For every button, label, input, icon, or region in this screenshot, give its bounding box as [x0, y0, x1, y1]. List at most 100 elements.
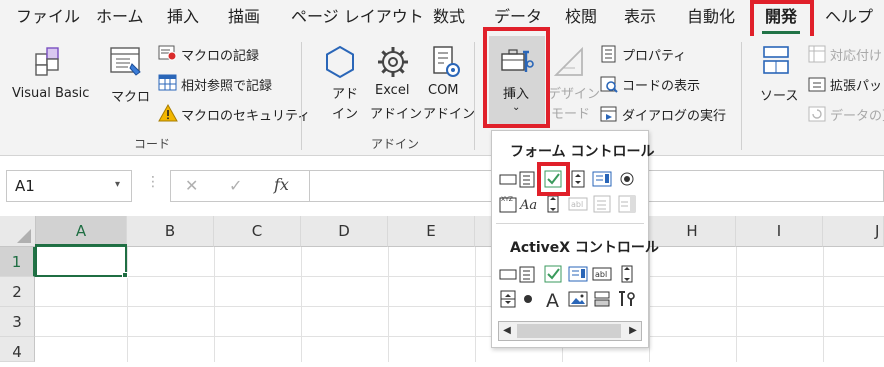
addin-label-line2: イン [332, 107, 359, 122]
form-button-icon[interactable] [498, 169, 518, 189]
map-properties-label: 対応付け [830, 49, 883, 64]
insert-controls-dropdown: フォーム コントロール XYZ Aa abl ActiveX コントロール ab… [491, 130, 659, 348]
menu-view[interactable]: 表示 [624, 0, 656, 36]
worksheet-grid: A B C D E F G H I J 1 2 3 4 [0, 212, 884, 362]
com-addin-label-line1: COM [428, 83, 459, 98]
formula-bar: A1 ▾ ⋮ ✕ ✓ fx [0, 160, 884, 212]
activex-spin-button-icon[interactable] [498, 289, 518, 309]
column-header-h[interactable]: H [649, 216, 736, 247]
addin-hexagon-icon [326, 45, 354, 79]
xml-source-label: ソース [760, 89, 799, 104]
fill-handle[interactable] [122, 272, 128, 278]
activex-image-icon[interactable] [568, 289, 588, 309]
enter-icon[interactable]: ✓ [229, 176, 242, 195]
row-header-3[interactable]: 3 [0, 307, 35, 337]
activex-textbox-icon[interactable]: abl [592, 264, 612, 284]
relative-reference-icon [158, 74, 177, 91]
warning-icon [158, 104, 178, 122]
form-groupbox-icon[interactable]: XYZ [498, 194, 518, 214]
macro-label: マクロ [111, 90, 151, 105]
menu-file[interactable]: ファイル [16, 0, 80, 36]
menu-home[interactable]: ホーム [96, 0, 144, 36]
column-header-e[interactable]: E [388, 216, 475, 247]
menu-insert[interactable]: 挿入 [167, 0, 199, 36]
refresh-data-icon [808, 106, 826, 122]
column-header-a[interactable]: A [36, 216, 127, 247]
record-macro-label: マクロの記録 [181, 49, 260, 64]
dropdown-divider [496, 223, 644, 224]
refresh-data-label: データの更 [830, 109, 884, 124]
run-dialog-icon [600, 106, 617, 122]
form-label-icon[interactable]: Aa [518, 194, 538, 214]
cancel-icon[interactable]: ✕ [185, 176, 198, 195]
form-scrollbar-icon[interactable] [543, 194, 563, 214]
column-header-j[interactable]: J [823, 216, 884, 247]
insert-button-highlight [483, 27, 550, 128]
menu-help[interactable]: ヘルプ [825, 0, 873, 36]
menu-page-layout[interactable]: ページ レイアウト [291, 0, 424, 36]
row-header-2[interactable]: 2 [0, 277, 35, 307]
gear-icon [378, 47, 408, 77]
activex-label-icon[interactable]: A [543, 289, 563, 309]
com-addin-label-line2: アドイン [423, 107, 476, 122]
expansion-pack-label: 拡張パッ [830, 79, 883, 94]
visual-basic-label: Visual Basic [12, 86, 90, 101]
design-mode-label-line2: モード [551, 107, 591, 122]
more-controls-icon[interactable] [617, 289, 637, 309]
activex-scrollbar-icon[interactable] [617, 264, 637, 284]
view-code-label: コードの表示 [622, 79, 701, 94]
column-header-b[interactable]: B [127, 216, 214, 247]
form-combobox-icon[interactable] [518, 169, 538, 189]
svg-text:abl: abl [595, 270, 607, 279]
active-cell-a1[interactable] [35, 244, 127, 277]
excel-addin-label-line2: アドイン [370, 107, 423, 122]
form-combo-list-icon [593, 195, 611, 213]
insert-function-icon[interactable]: fx [274, 175, 289, 194]
form-option-button-icon[interactable] [617, 169, 637, 189]
dropdown-scrollbar[interactable]: ◀ ▶ [498, 321, 642, 341]
macro-security-label: マクロのセキュリティ [181, 109, 311, 124]
column-header-i[interactable]: I [736, 216, 823, 247]
row-header-1[interactable]: 1 [0, 247, 35, 277]
scroll-left-icon[interactable]: ◀ [499, 322, 515, 340]
form-listbox-icon[interactable] [592, 169, 612, 189]
design-mode-icon [553, 46, 583, 76]
scrollbar-thumb[interactable] [517, 324, 621, 338]
visual-basic-icon [35, 47, 59, 76]
activex-option-button-icon[interactable] [518, 289, 538, 309]
svg-text:A: A [546, 290, 559, 309]
ribbon: Visual Basic マクロ マクロの記録 相対参照で記録 マクロのセキュリ… [0, 36, 884, 156]
activex-listbox-icon[interactable] [568, 264, 588, 284]
design-mode-label-line1: デザイン [548, 87, 601, 102]
menu-review[interactable]: 校閲 [565, 0, 597, 36]
svg-text:Aa: Aa [519, 198, 537, 213]
code-group-label: コード [134, 137, 171, 151]
menu-draw[interactable]: 描画 [228, 0, 260, 36]
com-addin-icon [433, 46, 460, 77]
form-controls-title: フォーム コントロール [510, 144, 655, 160]
column-header-d[interactable]: D [301, 216, 388, 247]
form-textfield-icon: abl [568, 197, 588, 211]
activex-toggle-button-icon[interactable] [592, 289, 612, 309]
chevron-down-icon[interactable]: ▾ [115, 179, 120, 190]
activex-controls-title: ActiveX コントロール [510, 240, 659, 256]
scroll-right-icon[interactable]: ▶ [625, 322, 641, 340]
row-header-4[interactable]: 4 [0, 337, 35, 362]
menu-formulas[interactable]: 数式 [433, 0, 465, 36]
xml-source-icon [763, 46, 789, 74]
addin-label-line1: アド [332, 87, 359, 102]
name-box[interactable]: A1 ▾ [6, 170, 132, 202]
svg-text:abl: abl [571, 200, 583, 209]
activex-combobox-icon[interactable] [518, 264, 538, 284]
form-spin-button-icon[interactable] [568, 169, 588, 189]
svg-text:XYZ: XYZ [501, 196, 513, 203]
relative-reference-label: 相対参照で記録 [181, 79, 273, 94]
activex-button-icon[interactable] [498, 264, 518, 284]
select-all-button[interactable] [0, 216, 36, 247]
column-header-c[interactable]: C [214, 216, 301, 247]
menu-automate[interactable]: 自動化 [687, 0, 735, 36]
activex-checkbox-icon[interactable] [543, 264, 563, 284]
record-macro-icon [158, 45, 177, 61]
group-divider [301, 42, 302, 150]
drag-handle-icon[interactable]: ⋮ [146, 174, 160, 190]
